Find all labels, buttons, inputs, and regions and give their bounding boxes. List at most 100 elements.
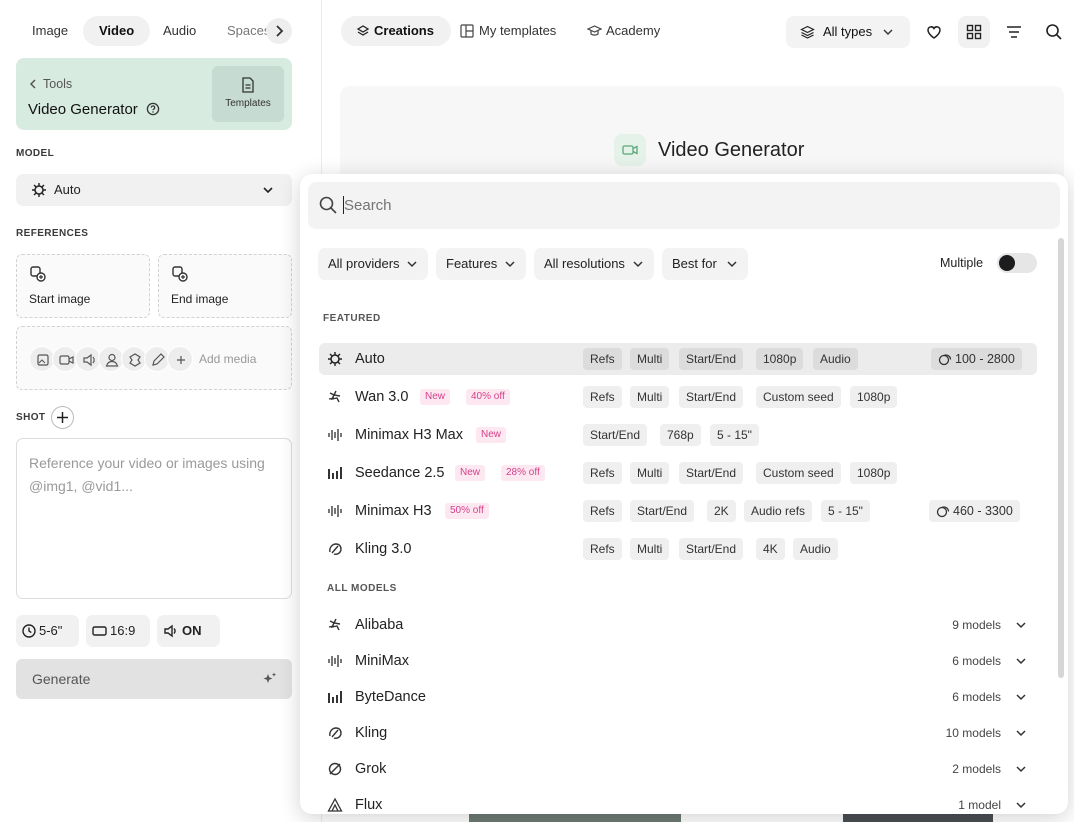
auto-icon [327, 351, 343, 367]
tab-image[interactable]: Image [16, 16, 84, 46]
model-name: Wan 3.0 [355, 389, 409, 405]
model-name: Seedance 2.5 [355, 465, 445, 481]
grid-view-button[interactable] [958, 16, 990, 48]
model-row-seedance-2-5[interactable]: Seedance 2.5 New 28% off Refs Multi Star… [319, 457, 1037, 489]
model-picker-dropdown: All providers Features All resolutions B… [300, 174, 1068, 814]
provider-name: Flux [355, 797, 383, 813]
model-row-minimax-h3-max[interactable]: Minimax H3 Max New Start/End 768p 5 - 15… [319, 419, 1037, 451]
add-image-icon [29, 265, 47, 283]
tab-audio[interactable]: Audio [147, 16, 212, 46]
provider-row-flux[interactable]: Flux 1 model [319, 789, 1037, 814]
model-name: Minimax H3 Max [355, 427, 463, 443]
provider-row-kling[interactable]: Kling 10 models [319, 717, 1037, 749]
model-row-minimax-h3[interactable]: Minimax H3 50% off Refs Start/End 2K Aud… [319, 495, 1037, 527]
filter-resolutions[interactable]: All resolutions [534, 248, 654, 280]
grok-icon [327, 761, 343, 777]
prompt-field[interactable]: Reference your video or images using @im… [16, 438, 292, 599]
feature-chip: 1080p [850, 462, 898, 484]
minimax-icon [327, 427, 343, 443]
tab-my-templates[interactable]: My templates [460, 16, 580, 46]
favorites-button[interactable] [918, 16, 950, 48]
provider-row-bytedance[interactable]: ByteDance 6 models [319, 681, 1037, 713]
kling-icon [327, 725, 343, 741]
feature-chip: Custom seed [756, 386, 841, 408]
templates-label: Templates [225, 98, 271, 109]
flux-icon [327, 797, 343, 813]
audio-label: ON [182, 623, 202, 638]
provider-row-minimax[interactable]: MiniMax 6 models [319, 645, 1037, 677]
shot-section-label: SHOT [16, 412, 46, 423]
search-button[interactable] [1038, 16, 1070, 48]
tab-creations-label: Creations [374, 23, 434, 38]
creations-icon [356, 24, 371, 38]
heart-icon [927, 26, 941, 39]
tool-title: Video Generator [28, 101, 138, 118]
model-section-label: MODEL [16, 148, 55, 159]
feature-chip: Start/End [583, 424, 648, 446]
dropdown-scrollbar[interactable] [1058, 238, 1064, 678]
model-search[interactable] [308, 182, 1060, 229]
hero-title: Video Generator [658, 139, 805, 161]
feature-chip: Start/End [630, 500, 695, 522]
templates-button[interactable]: Templates [212, 66, 284, 122]
type-filter-dropdown[interactable]: All types [786, 16, 910, 48]
feature-chip: 5 - 15" [710, 424, 759, 446]
tab-video[interactable]: Video [83, 16, 151, 46]
bytedance-icon [327, 465, 343, 481]
tool-card: Tools Video Generator Templates [16, 58, 292, 130]
multiple-toggle[interactable] [997, 253, 1037, 273]
chevron-down-icon [1015, 693, 1027, 703]
wan-icon [327, 617, 343, 633]
provider-row-grok[interactable]: Grok 2 models [319, 753, 1037, 785]
tab-academy[interactable]: Academy [587, 16, 677, 46]
search-input[interactable] [344, 192, 1044, 219]
new-badge: New [420, 389, 451, 405]
generate-button[interactable]: Generate [16, 659, 292, 699]
search-icon [1046, 24, 1062, 40]
feature-chip: 1080p [756, 348, 804, 370]
back-to-tools-link[interactable]: Tools [28, 77, 72, 91]
chevron-down-icon [1015, 801, 1027, 811]
tab-creations[interactable]: Creations [341, 16, 451, 46]
model-row-auto[interactable]: Auto Refs Multi Start/End 1080p Audio 10… [319, 343, 1037, 375]
all-models-section-label: ALL MODELS [327, 583, 397, 594]
feature-chip: Audio [813, 348, 858, 370]
chevron-down-icon [262, 185, 274, 195]
chevron-down-icon [1015, 765, 1027, 775]
filter-lines-icon [1007, 26, 1021, 38]
filter-button[interactable] [998, 16, 1030, 48]
filter-features[interactable]: Features [436, 248, 526, 280]
feature-chip: Start/End [679, 386, 744, 408]
audio-toggle-button[interactable]: ON [157, 615, 220, 647]
feature-chip: Multi [630, 386, 670, 408]
end-image-slot[interactable]: End image [158, 254, 292, 318]
help-icon[interactable] [146, 102, 160, 116]
ratio-button[interactable]: 16:9 [86, 615, 150, 647]
model-selected-label: Auto [54, 182, 81, 197]
model-count: 10 models [945, 726, 1001, 740]
provider-row-alibaba[interactable]: Alibaba 9 models [319, 609, 1037, 641]
chevron-down-icon [504, 260, 516, 270]
feature-chip: Start/End [679, 462, 744, 484]
filter-best-for[interactable]: Best for [662, 248, 748, 280]
model-select[interactable]: Auto [16, 174, 292, 206]
plus-media-icon[interactable] [167, 346, 193, 372]
discount-badge: 50% off [445, 503, 489, 519]
add-media-area[interactable]: Add media [16, 326, 292, 390]
filter-best-for-label: Best for [672, 256, 717, 271]
provider-name: MiniMax [355, 653, 409, 669]
chevron-down-icon [632, 260, 644, 270]
model-row-kling-3[interactable]: Kling 3.0 Refs Multi Start/End 4K Audio [319, 533, 1037, 565]
model-count: 6 models [952, 690, 1001, 704]
duration-button[interactable]: 5-6" [16, 615, 79, 647]
new-badge: New [455, 465, 486, 481]
model-row-wan-3[interactable]: Wan 3.0 New 40% off Refs Multi Start/End… [319, 381, 1037, 413]
minimax-icon [327, 653, 343, 669]
tabs-scroll-right-button[interactable] [266, 18, 292, 44]
filter-providers[interactable]: All providers [318, 248, 428, 280]
feature-chip: Start/End [679, 538, 744, 560]
add-shot-button[interactable] [51, 406, 74, 429]
feature-chip: 768p [660, 424, 701, 446]
coin-icon [936, 504, 950, 518]
start-image-slot[interactable]: Start image [16, 254, 150, 318]
